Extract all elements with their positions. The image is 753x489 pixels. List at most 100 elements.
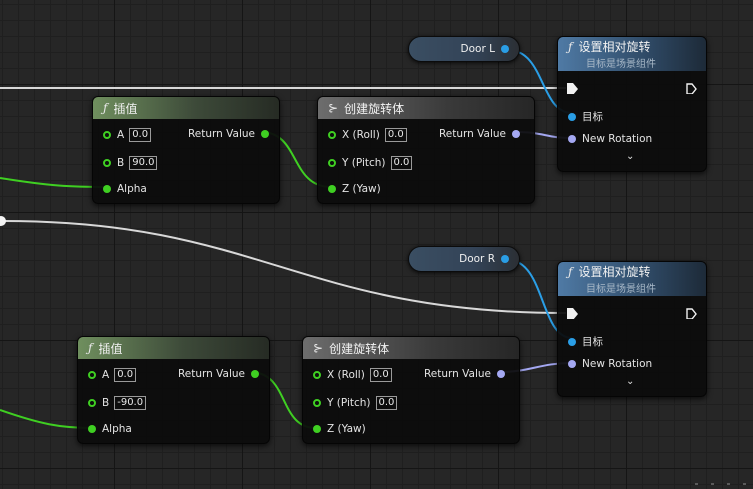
- pin-row-a: A 0.0: [103, 128, 152, 142]
- pin-row-return: Return Value: [178, 368, 259, 380]
- rotator-input-pin[interactable]: [568, 360, 576, 368]
- pin-row-b: B 90.0: [103, 156, 158, 170]
- expand-chevron-icon[interactable]: ⌄: [626, 376, 634, 387]
- float-input-pin[interactable]: [88, 371, 96, 379]
- node-header[interactable]: ƒ 设置相对旋转 目标是场景组件: [558, 262, 706, 296]
- node-subtitle: 目标是场景组件: [586, 284, 656, 295]
- pin-label: Z (Yaw): [327, 423, 366, 435]
- pin-label: 目标: [582, 336, 603, 348]
- pin-row-return: Return Value: [188, 128, 269, 140]
- object-pin[interactable]: [501, 255, 509, 263]
- pin-label: Alpha: [102, 423, 132, 435]
- make-struct-icon: ⊱: [328, 101, 339, 115]
- float-input-pin[interactable]: [313, 425, 321, 433]
- pin-label: Z (Yaw): [342, 183, 381, 195]
- function-icon: ƒ: [88, 341, 93, 355]
- float-input-pin[interactable]: [88, 399, 96, 407]
- pin-label: B: [102, 397, 110, 409]
- a-value-field[interactable]: 0.0: [129, 128, 152, 142]
- function-icon: ƒ: [568, 39, 573, 54]
- pitch-value-field[interactable]: 0.0: [375, 396, 398, 410]
- float-input-pin[interactable]: [313, 399, 321, 407]
- float-input-pin[interactable]: [88, 425, 96, 433]
- float-input-pin[interactable]: [103, 131, 111, 139]
- pin-row-pitch: Y (Pitch) 0.0: [328, 156, 413, 170]
- pin-label: A: [102, 369, 110, 381]
- pin-row-rotation: New Rotation: [568, 133, 652, 145]
- make-rotator-node-1[interactable]: ⊱ 创建旋转体 X (Roll) 0.0 Y (Pitch) 0.0 Z (Ya…: [317, 96, 535, 204]
- node-subtitle: 目标是场景组件: [586, 59, 656, 70]
- float-input-pin[interactable]: [328, 185, 336, 193]
- pin-row-alpha: Alpha: [88, 423, 132, 435]
- pitch-value-field[interactable]: 0.0: [390, 156, 413, 170]
- pin-row-rotation: New Rotation: [568, 358, 652, 370]
- node-title: 插值: [113, 101, 138, 116]
- a-value-field[interactable]: 0.0: [114, 368, 137, 382]
- pin-label: Return Value: [177, 368, 245, 380]
- exec-output-pin[interactable]: [686, 83, 697, 94]
- make-rotator-node-2[interactable]: ⊱ 创建旋转体 X (Roll) 0.0 Y (Pitch) 0.0 Z (Ya…: [302, 336, 520, 444]
- pin-row-a: A 0.0: [88, 368, 137, 382]
- pin-row-yaw: Z (Yaw): [313, 423, 366, 435]
- getter-door-r[interactable]: Door R: [408, 246, 520, 272]
- pin-row-target: 目标: [568, 109, 603, 124]
- set-relative-rotation-node-1[interactable]: ƒ 设置相对旋转 目标是场景组件 目标 New Rotation ⌄: [557, 36, 707, 172]
- roll-value-field[interactable]: 0.0: [369, 368, 392, 382]
- pin-row-return: Return Value: [439, 128, 520, 140]
- pin-row-alpha: Alpha: [103, 183, 147, 195]
- node-header[interactable]: ƒ 插值: [93, 97, 279, 119]
- node-header[interactable]: ⊱ 创建旋转体: [318, 97, 534, 119]
- pin-row-return: Return Value: [424, 368, 505, 380]
- node-title: 设置相对旋转: [578, 265, 651, 279]
- pin-label: 目标: [582, 111, 603, 123]
- pin-label: X (Roll): [327, 369, 365, 381]
- float-input-pin[interactable]: [328, 159, 336, 167]
- exec-input-pin[interactable]: [567, 83, 578, 94]
- pin-label: Y (Pitch): [342, 157, 386, 169]
- rotator-output-pin[interactable]: [497, 370, 505, 378]
- resize-grip-icon: [695, 483, 746, 485]
- lerp-node-2[interactable]: ƒ 插值 A 0.0 B -90.0 Alpha Return Value: [77, 336, 270, 444]
- node-header[interactable]: ƒ 设置相对旋转 目标是场景组件: [558, 37, 706, 71]
- node-title: 插值: [98, 341, 123, 356]
- rotator-output-pin[interactable]: [512, 130, 520, 138]
- float-output-pin[interactable]: [261, 130, 269, 138]
- float-input-pin[interactable]: [103, 159, 111, 167]
- set-relative-rotation-node-2[interactable]: ƒ 设置相对旋转 目标是场景组件 目标 New Rotation ⌄: [557, 261, 707, 397]
- object-pin[interactable]: [501, 45, 509, 53]
- rotator-input-pin[interactable]: [568, 135, 576, 143]
- node-title: 创建旋转体: [344, 101, 405, 116]
- float-input-pin[interactable]: [103, 185, 111, 193]
- getter-label: Door L: [460, 43, 495, 55]
- node-header[interactable]: ƒ 插值: [78, 337, 269, 359]
- exec-input-pin[interactable]: [567, 308, 578, 319]
- make-struct-icon: ⊱: [313, 341, 324, 355]
- float-input-pin[interactable]: [328, 131, 336, 139]
- exec-output-pin[interactable]: [686, 308, 697, 319]
- pin-row-target: 目标: [568, 334, 603, 349]
- getter-door-l[interactable]: Door L: [408, 36, 520, 62]
- pin-label: X (Roll): [342, 129, 380, 141]
- float-input-pin[interactable]: [313, 371, 321, 379]
- pin-row-roll: X (Roll) 0.0: [328, 128, 407, 142]
- function-icon: ƒ: [103, 101, 108, 115]
- pin-label: New Rotation: [582, 133, 653, 145]
- node-header[interactable]: ⊱ 创建旋转体: [303, 337, 519, 359]
- object-input-pin[interactable]: [568, 112, 576, 121]
- object-input-pin[interactable]: [568, 337, 576, 346]
- b-value-field[interactable]: 90.0: [129, 156, 158, 170]
- pin-row-pitch: Y (Pitch) 0.0: [313, 396, 398, 410]
- b-value-field[interactable]: -90.0: [114, 396, 147, 410]
- graph-canvas[interactable]: Door L Door R ƒ 插值 A 0.0 B 90.0 Alpha Re…: [0, 0, 753, 489]
- pin-label: Y (Pitch): [327, 397, 371, 409]
- float-output-pin[interactable]: [251, 370, 259, 378]
- node-title: 设置相对旋转: [578, 40, 651, 54]
- pin-label: Return Value: [438, 128, 506, 140]
- pin-label: Alpha: [117, 183, 147, 195]
- pin-label: B: [117, 157, 125, 169]
- expand-chevron-icon[interactable]: ⌄: [626, 151, 634, 162]
- pin-label: Return Value: [187, 128, 255, 140]
- lerp-node-1[interactable]: ƒ 插值 A 0.0 B 90.0 Alpha Return Value: [92, 96, 280, 204]
- roll-value-field[interactable]: 0.0: [384, 128, 407, 142]
- node-title: 创建旋转体: [329, 341, 390, 356]
